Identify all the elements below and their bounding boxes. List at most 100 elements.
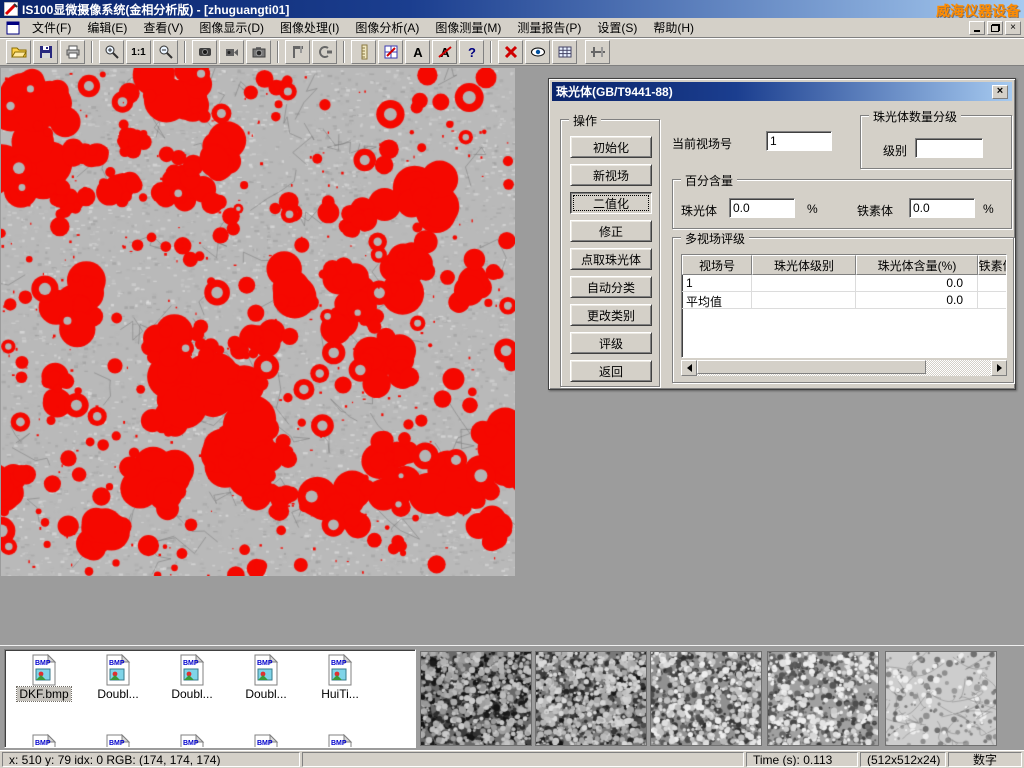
scrollbar-thumb[interactable] [697,360,926,374]
menu-image-analysis[interactable]: 图像分析(A) [347,17,427,38]
toolbar-separator [277,41,279,63]
operation-group-label: 操作 [569,112,601,129]
mdi-close-button[interactable]: × [1005,21,1021,35]
zoom-out-icon [158,44,174,60]
micrometer-icon [317,44,333,60]
menu-image-display[interactable]: 图像显示(D) [191,17,272,38]
col-field-number: 视场号 [682,255,752,275]
delete-measure-button[interactable] [498,40,523,64]
menu-file[interactable]: 文件(F) [24,17,79,38]
level-input[interactable] [915,138,983,158]
print-button[interactable] [60,40,85,64]
scroll-left-button[interactable] [681,360,697,376]
file-item[interactable]: BMP [229,734,303,748]
thumbnail-1[interactable] [420,651,532,746]
bmp-file-icon: BMP [28,654,60,686]
cell-level [752,275,856,292]
help-button[interactable]: ? [459,40,484,64]
thumbnail-4[interactable] [767,651,879,746]
cell-content: 0.0 [856,292,978,309]
text-off-button[interactable]: A [432,40,457,64]
menu-image-measure[interactable]: 图像测量(M) [427,17,509,38]
change-category-button[interactable]: 更改类别 [570,304,652,326]
open-button[interactable] [6,40,31,64]
measure-grid-icon [383,44,399,60]
svg-text:BMP: BMP [257,660,273,667]
cursor-position-status: x: 510 y: 79 idx: 0 RGB: (174, 174, 174) [2,752,300,767]
file-item[interactable]: BMP [155,734,229,748]
title-bar[interactable]: IS100显微摄像系统(金相分析版) - [zhuguangti01] 威海仪器… [0,0,1024,18]
thumbnail-3[interactable] [650,651,762,746]
pearlite-percent-input[interactable]: 0.0 [729,198,795,218]
dialog-close-button[interactable]: × [992,85,1008,99]
initialize-button[interactable]: 初始化 [570,136,652,158]
ruler-button[interactable] [351,40,376,64]
grid-icon [557,44,573,60]
rate-button[interactable]: 评级 [570,332,652,354]
table-hscrollbar [681,360,1007,376]
open-icon [11,44,27,60]
bmp-file-icon: BMP [176,734,208,748]
text-button[interactable]: A [405,40,430,64]
mdi-restore-button[interactable] [987,21,1003,35]
thumbnail-2[interactable] [535,651,647,746]
file-name: Doubl... [243,687,288,701]
measure-caliper-button[interactable] [585,40,610,64]
text-icon: A [410,44,426,60]
print-icon [65,44,81,60]
menu-image-processing[interactable]: 图像处理(I) [272,17,347,38]
ferrite-percent-input[interactable]: 0.0 [909,198,975,218]
mdi-minimize-button[interactable] [969,21,985,35]
zoom-actual-button[interactable]: 1:1 [126,40,151,64]
dialog-title-bar[interactable]: 珠光体(GB/T9441-88) × [552,82,1012,101]
table-header-row: 视场号 珠光体级别 珠光体含量(%) 铁素体含量(%) [682,255,1007,275]
file-item[interactable]: BMP Doubl... [155,654,229,701]
application-window: IS100显微摄像系统(金相分析版) - [zhuguangti01] 威海仪器… [0,0,1024,768]
video-camera-button[interactable] [219,40,244,64]
file-item[interactable]: BMP [7,734,81,748]
toolbar-separator [184,41,186,63]
zoom-in-button[interactable] [99,40,124,64]
metallographic-image[interactable] [1,68,515,576]
menu-settings[interactable]: 设置(S) [589,17,645,38]
file-item[interactable]: BMP HuiTi... [303,654,377,701]
grid-button[interactable] [552,40,577,64]
menu-view[interactable]: 查看(V) [135,17,191,38]
correct-button[interactable]: 修正 [570,220,652,242]
binarize-button[interactable]: 二值化 [570,192,652,214]
file-item[interactable]: BMP [81,734,155,748]
micrometer-button[interactable] [312,40,337,64]
file-item[interactable]: BMP Doubl... [81,654,155,701]
table-row[interactable]: 平均值 0.0 [682,292,1007,309]
col-pearlite-content: 珠光体含量(%) [856,255,978,275]
preview-eye-icon [530,44,546,60]
file-item[interactable]: BMP DKF.bmp [7,654,81,701]
svg-text:BMP: BMP [183,660,199,667]
help-icon: ? [464,44,480,60]
new-field-button[interactable]: 新视场 [570,164,652,186]
menu-help[interactable]: 帮助(H) [645,17,702,38]
auto-classify-button[interactable]: 自动分类 [570,276,652,298]
thumbnail-5[interactable] [885,651,997,746]
mdi-child-icon[interactable] [6,21,20,35]
file-name: HuiTi... [319,687,361,701]
scroll-right-button[interactable] [991,360,1007,376]
measure-grid-button[interactable] [378,40,403,64]
return-button[interactable]: 返回 [570,360,652,382]
table-row[interactable]: 1 0.0 [682,275,1007,292]
still-camera-button[interactable] [246,40,271,64]
menu-edit[interactable]: 编辑(E) [79,17,135,38]
preview-button[interactable] [525,40,550,64]
menu-measure-report[interactable]: 测量报告(P) [509,17,589,38]
toolbar-separator [91,41,93,63]
scrollbar-track[interactable] [697,360,991,376]
save-button[interactable] [33,40,58,64]
capture-button[interactable] [192,40,217,64]
pick-pearlite-button[interactable]: 点取珠光体 [570,248,652,270]
workspace: 珠光体(GB/T9441-88) × 操作 初始化 新视场 二值化 修正 点取珠… [0,66,1024,645]
file-item[interactable]: BMP Doubl... [229,654,303,701]
zoom-out-button[interactable] [153,40,178,64]
caliper-button[interactable] [285,40,310,64]
current-field-input[interactable]: 1 [766,131,832,151]
file-item[interactable]: BMP [303,734,377,748]
